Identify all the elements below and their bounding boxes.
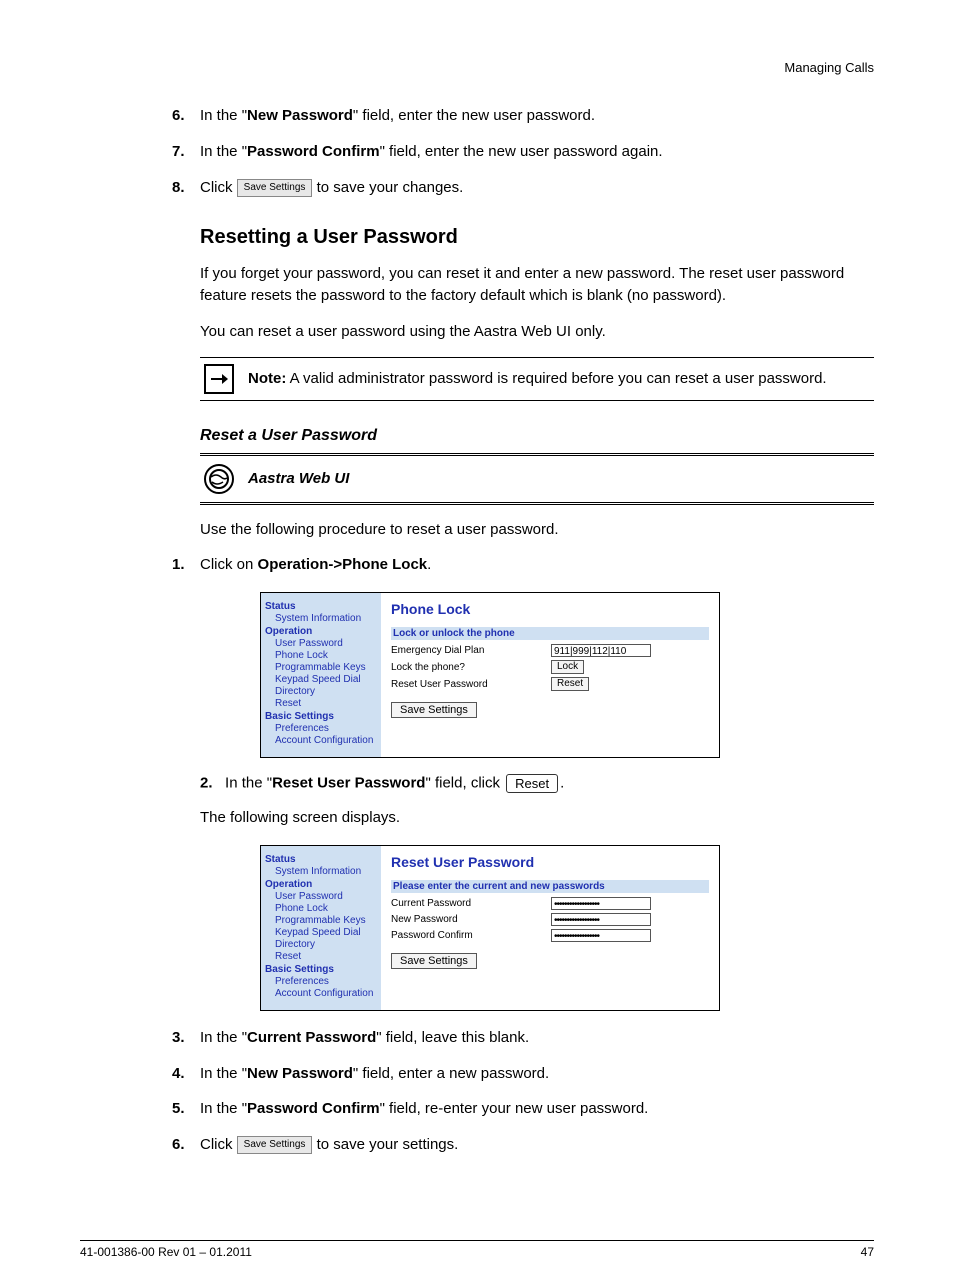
sidebar2-item-preferences[interactable]: Preferences: [265, 976, 377, 987]
row-new-password: New Password ••••••••••••••••••: [391, 913, 709, 926]
page-footer: 41-001386-00 Rev 01 – 01.2011 47: [0, 1245, 954, 1279]
row-emergency-dial-plan: Emergency Dial Plan 911|999|112|110: [391, 644, 709, 657]
sidebar2-item-user-password[interactable]: User Password: [265, 891, 377, 902]
reset-button[interactable]: Reset: [551, 677, 589, 691]
step-7-prev: 7. In the "Password Confirm" field, ente…: [80, 141, 874, 163]
sidebar2-item-reset[interactable]: Reset: [265, 951, 377, 962]
save-settings-button[interactable]: Save Settings: [391, 702, 477, 718]
sidebar-item-user-password[interactable]: User Password: [265, 638, 377, 649]
sidebar-item-reset[interactable]: Reset: [265, 698, 377, 709]
screenshot-phone-lock: Status System Information Operation User…: [260, 592, 720, 758]
sidebar-status[interactable]: Status: [265, 601, 377, 612]
current-password-input[interactable]: ••••••••••••••••••: [551, 897, 651, 910]
panel2-title: Reset User Password: [391, 854, 709, 870]
note-block: Note: A valid administrator password is …: [200, 357, 874, 401]
password-confirm-input[interactable]: ••••••••••••••••••: [551, 929, 651, 942]
label-current-password: Current Password: [391, 898, 551, 909]
save-settings-inline-button[interactable]: Save Settings: [237, 179, 313, 197]
save-settings-button-2[interactable]: Save Settings: [391, 953, 477, 969]
footer-rule: [80, 1240, 874, 1241]
subheading-reset-user-password: Reset a User Password: [200, 427, 874, 445]
step-8-prev: 8. Click Save Settings to save your chan…: [80, 177, 874, 199]
sidebar2-item-phone-lock[interactable]: Phone Lock: [265, 903, 377, 914]
globe-icon: [204, 464, 234, 494]
step-6-prev: 6. In the "New Password" field, enter th…: [80, 105, 874, 127]
row-password-confirm: Password Confirm ••••••••••••••••••: [391, 929, 709, 942]
web-ui-text: Aastra Web UI: [248, 470, 349, 487]
step-3: 3. In the "Current Password" field, leav…: [80, 1027, 874, 1049]
label-password-confirm: Password Confirm: [391, 930, 551, 941]
screenshot-reset-password: Status System Information Operation User…: [260, 845, 720, 1011]
sidebar-item-account-configuration[interactable]: Account Configuration: [265, 735, 377, 746]
sidebar2-item-account-configuration[interactable]: Account Configuration: [265, 988, 377, 999]
heading-resetting-password: Resetting a User Password: [200, 226, 874, 249]
sidebar-item-directory[interactable]: Directory: [265, 686, 377, 697]
main-panel-phone-lock: Phone Lock Lock or unlock the phone Emer…: [381, 593, 719, 757]
reset-paragraph-2: You can reset a user password using the …: [80, 321, 874, 343]
row-reset-user-password: Reset User Password Reset: [391, 677, 709, 691]
sidebar-item-system-information[interactable]: System Information: [265, 613, 377, 624]
lock-button[interactable]: Lock: [551, 660, 584, 674]
footer-page-number: 47: [861, 1245, 874, 1259]
sidebar2-basic-settings[interactable]: Basic Settings: [265, 964, 377, 975]
reset-inline-button[interactable]: Reset: [506, 774, 558, 793]
step-6: 6. Click Save Settings to save your sett…: [80, 1134, 874, 1156]
new-password-input[interactable]: ••••••••••••••••••: [551, 913, 651, 926]
step-2: 2. In the "Reset User Password" field, c…: [200, 774, 874, 793]
sidebar: Status System Information Operation User…: [261, 593, 381, 757]
panel-title: Phone Lock: [391, 601, 709, 617]
sidebar2-status[interactable]: Status: [265, 854, 377, 865]
label-emergency-dial-plan: Emergency Dial Plan: [391, 645, 551, 656]
save-settings-inline-button-2[interactable]: Save Settings: [237, 1136, 313, 1154]
sidebar2-operation[interactable]: Operation: [265, 879, 377, 890]
sidebar-operation[interactable]: Operation: [265, 626, 377, 637]
row-current-password: Current Password ••••••••••••••••••: [391, 897, 709, 910]
sidebar-2: Status System Information Operation User…: [261, 846, 381, 1010]
sidebar-item-keypad-speed-dial[interactable]: Keypad Speed Dial: [265, 674, 377, 685]
footer-left: 41-001386-00 Rev 01 – 01.2011: [80, 1245, 252, 1259]
sidebar2-item-keypad-speed-dial[interactable]: Keypad Speed Dial: [265, 927, 377, 938]
page-header: Managing Calls: [80, 60, 874, 75]
sidebar2-item-programmable-keys[interactable]: Programmable Keys: [265, 915, 377, 926]
label-lock-phone: Lock the phone?: [391, 662, 551, 673]
sidebar-basic-settings[interactable]: Basic Settings: [265, 711, 377, 722]
sidebar2-item-system-information[interactable]: System Information: [265, 866, 377, 877]
panel-strip: Lock or unlock the phone: [391, 627, 709, 640]
sidebar-item-phone-lock[interactable]: Phone Lock: [265, 650, 377, 661]
web-ui-block: Aastra Web UI: [200, 453, 874, 505]
sidebar-item-programmable-keys[interactable]: Programmable Keys: [265, 662, 377, 673]
step-5: 5. In the "Password Confirm" field, re-e…: [80, 1098, 874, 1120]
reset-paragraph-1: If you forget your password, you can res…: [80, 263, 874, 307]
arrow-right-icon: [204, 364, 234, 394]
label-reset-user-password: Reset User Password: [391, 679, 551, 690]
webui-instruction: Use the following procedure to reset a u…: [80, 519, 874, 541]
label-new-password: New Password: [391, 914, 551, 925]
sidebar2-item-directory[interactable]: Directory: [265, 939, 377, 950]
main-panel-reset-password: Reset User Password Please enter the cur…: [381, 846, 719, 1010]
emergency-dial-plan-input[interactable]: 911|999|112|110: [551, 644, 651, 657]
note-text: Note: A valid administrator password is …: [248, 370, 827, 387]
step-1: 1. Click on Operation->Phone Lock.: [80, 554, 874, 576]
step-4: 4. In the "New Password" field, enter a …: [80, 1063, 874, 1085]
step-2-after: The following screen displays.: [80, 807, 874, 829]
panel2-strip: Please enter the current and new passwor…: [391, 880, 709, 893]
sidebar-item-preferences[interactable]: Preferences: [265, 723, 377, 734]
row-lock-phone: Lock the phone? Lock: [391, 660, 709, 674]
